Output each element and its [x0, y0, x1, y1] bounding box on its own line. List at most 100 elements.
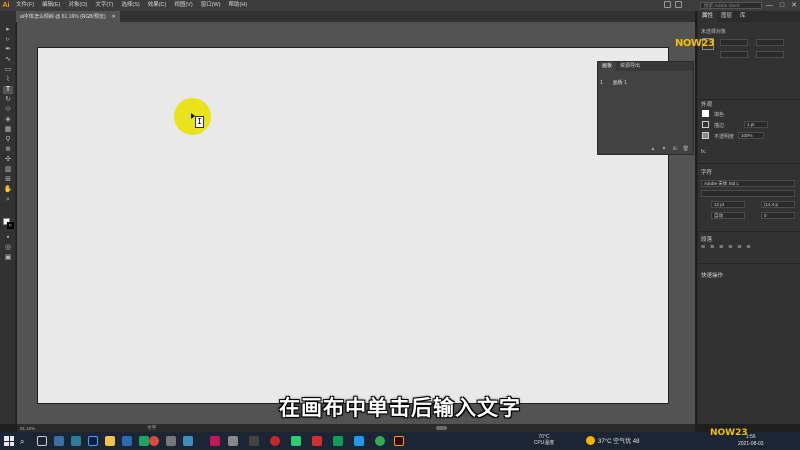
app-logo-icon[interactable]: Ai	[0, 0, 12, 11]
graph-tool-icon[interactable]: ▥	[3, 166, 13, 174]
tab-artboards[interactable]: 画板	[598, 62, 617, 71]
document-tab[interactable]: ai字体怎么倾斜 @ 61.16% (RGB/预览) ✕	[16, 11, 120, 22]
y-field[interactable]	[720, 51, 748, 58]
menu-select[interactable]: 选择(S)	[117, 0, 143, 11]
task-view-icon[interactable]	[37, 436, 47, 446]
move-down-icon[interactable]: ▼	[661, 146, 666, 154]
opacity-field[interactable]: 100%	[738, 132, 764, 139]
workspace-icon[interactable]	[675, 1, 682, 8]
menu-window[interactable]: 窗口(W)	[197, 0, 225, 11]
watermark-logo-bottom: NOW23	[710, 428, 748, 438]
color-mode-icon[interactable]: ▪	[3, 234, 13, 242]
taskbar-app-icon[interactable]	[139, 436, 149, 446]
menu-type[interactable]: 文字(T)	[91, 0, 117, 11]
share-icon[interactable]	[664, 1, 671, 8]
taskbar-app-icon[interactable]	[354, 436, 364, 446]
menu-list: 文件(F) 编辑(E) 对象(O) 文字(T) 选择(S) 效果(C) 视图(V…	[12, 0, 251, 11]
taskbar-search-icon[interactable]: ⌕	[20, 437, 24, 447]
weather-widget[interactable]: 37°C 空气优 48	[586, 436, 639, 445]
type-tool-icon[interactable]: T	[3, 86, 13, 94]
tab-asset-export[interactable]: 资源导出	[616, 62, 644, 71]
font-style-select[interactable]	[701, 190, 795, 197]
taskbar-app-icon[interactable]	[375, 436, 385, 446]
edge-icon[interactable]	[333, 436, 343, 446]
wechat-icon[interactable]	[291, 436, 301, 446]
artboards-panel-footer: ▲ ▼ ⊞ 🗑	[598, 146, 693, 154]
font-family-select[interactable]: Adobe 宋体 Std L	[701, 180, 795, 187]
screen-mode-icon[interactable]: ▣	[3, 254, 13, 262]
taskbar-app-icon[interactable]	[183, 436, 193, 446]
minimize-button[interactable]: —	[766, 0, 773, 11]
kerning-field[interactable]: 自动	[711, 212, 745, 219]
stroke-weight-field[interactable]: 1 pt	[744, 121, 768, 128]
paragraph-align-icons[interactable]: ≡≡≡≡≡≡	[701, 244, 756, 251]
menu-object[interactable]: 对象(O)	[64, 0, 91, 11]
direct-selection-tool-icon[interactable]: ▹	[3, 36, 13, 44]
artboard-row[interactable]: 1 画板 1	[600, 78, 692, 87]
acrobat-icon[interactable]	[312, 436, 322, 446]
close-window-button[interactable]: ✕	[791, 0, 797, 11]
font-size-field[interactable]: 12 pt	[711, 201, 745, 208]
stock-search-input[interactable]: 搜索 Adobe Stock	[700, 2, 762, 9]
height-field[interactable]	[756, 51, 784, 58]
hand-tool-icon[interactable]: ✋	[3, 186, 13, 194]
character-heading: 字符	[701, 170, 713, 176]
zoom-level[interactable]: 61.16%	[20, 426, 35, 431]
chrome-icon[interactable]	[149, 436, 159, 446]
record-icon[interactable]	[270, 436, 280, 446]
symbol-sprayer-tool-icon[interactable]: ✣	[3, 156, 13, 164]
close-tab-icon[interactable]: ✕	[112, 14, 116, 20]
photoshop-icon[interactable]	[88, 436, 98, 446]
menu-help[interactable]: 帮助(H)	[225, 0, 252, 11]
windows-start-icon[interactable]	[4, 436, 14, 446]
perspective-tool-icon[interactable]: ▦	[3, 126, 13, 134]
shape-builder-tool-icon[interactable]: ◈	[3, 116, 13, 124]
width-field[interactable]	[756, 39, 784, 46]
taskbar-app-icon[interactable]	[249, 436, 259, 446]
taskbar-app-icon[interactable]	[54, 436, 64, 446]
divider	[698, 231, 800, 232]
illustrator-icon[interactable]	[394, 436, 404, 446]
artboards-panel: 画板 资源导出 1 画板 1 ▲ ▼ ⊞ 🗑	[597, 61, 694, 155]
tracking-field[interactable]: 0	[761, 212, 795, 219]
tab-properties[interactable]: 属性	[698, 11, 718, 22]
leading-field[interactable]: (14.4 p	[761, 201, 795, 208]
fx-button[interactable]: fx.	[701, 149, 706, 155]
horizontal-scrollbar[interactable]	[436, 426, 447, 430]
x-field[interactable]	[720, 39, 748, 46]
draw-mode-icon[interactable]: ◎	[3, 244, 13, 252]
width-tool-icon[interactable]: ⟐	[3, 106, 13, 114]
paintbrush-tool-icon[interactable]: ⌇	[3, 76, 13, 84]
selection-tool-icon[interactable]: ▸	[3, 26, 13, 34]
artboard-tool-icon[interactable]: ⊞	[3, 176, 13, 184]
stroke-color-swatch[interactable]	[702, 121, 709, 128]
tab-libraries[interactable]: 库	[736, 11, 750, 22]
artboards-panel-tabs: 画板 资源导出	[598, 62, 693, 71]
move-up-icon[interactable]: ▲	[651, 146, 656, 154]
blend-tool-icon[interactable]: ⊕	[3, 146, 13, 154]
file-explorer-icon[interactable]	[105, 436, 115, 446]
stroke-swatch-icon[interactable]	[7, 222, 14, 229]
curvature-tool-icon[interactable]: ∿	[3, 56, 13, 64]
maximize-button[interactable]: □	[780, 0, 784, 11]
eyedropper-tool-icon[interactable]: ⚲	[3, 136, 13, 144]
fill-color-swatch[interactable]	[702, 110, 709, 117]
menu-effect[interactable]: 效果(C)	[144, 0, 171, 11]
taskbar: ⌕ 70°C CPU温度 37°C 空气优 48 1:56 2021-08-03	[0, 432, 800, 450]
tab-layers[interactable]: 图层	[717, 11, 736, 22]
rectangle-tool-icon[interactable]: ▭	[3, 66, 13, 74]
taskbar-app-icon[interactable]	[210, 436, 220, 446]
artboard[interactable]	[37, 47, 669, 404]
taskbar-app-icon[interactable]	[71, 436, 81, 446]
rotate-tool-icon[interactable]: ↻	[3, 96, 13, 104]
pen-tool-icon[interactable]: ✒	[3, 46, 13, 54]
menu-file[interactable]: 文件(F)	[12, 0, 38, 11]
new-artboard-icon[interactable]: ⊞	[672, 146, 676, 154]
zoom-tool-icon[interactable]: ⌕	[3, 196, 13, 204]
taskbar-app-icon[interactable]	[166, 436, 176, 446]
taskbar-app-icon[interactable]	[122, 436, 132, 446]
menu-edit[interactable]: 编辑(E)	[38, 0, 64, 11]
taskbar-app-icon[interactable]	[228, 436, 238, 446]
delete-icon[interactable]: 🗑	[683, 146, 689, 154]
menu-view[interactable]: 视图(V)	[170, 0, 196, 11]
